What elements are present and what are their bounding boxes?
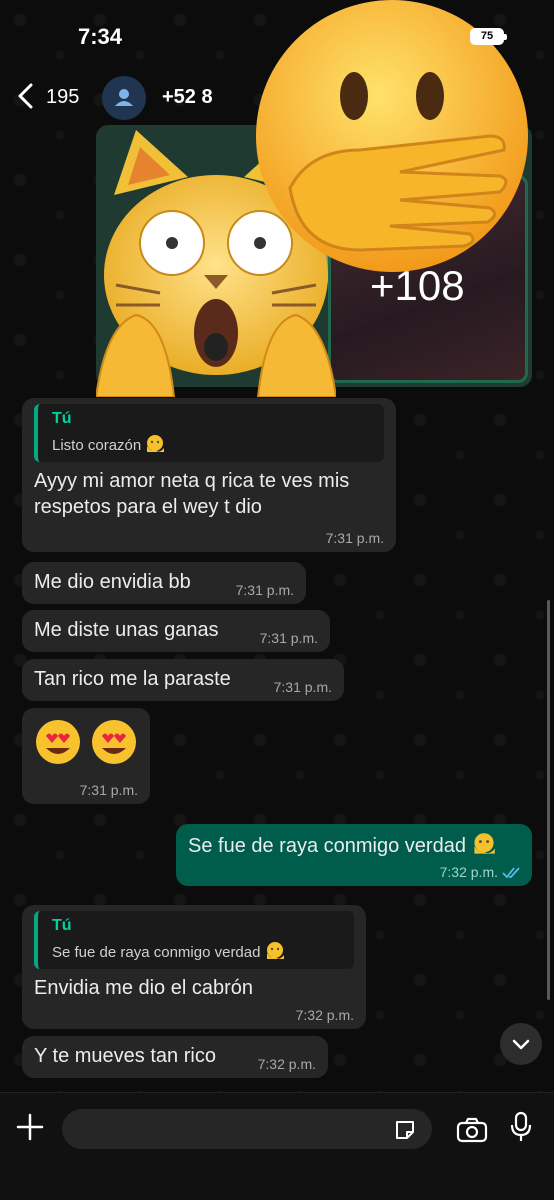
outgoing-message[interactable]: Se fue de raya conmigo verdad 7:32 p.m.	[176, 824, 532, 886]
message-time: 7:31 p.m.	[235, 582, 294, 598]
quote-text: Listo corazón	[52, 437, 142, 454]
incoming-message[interactable]: Tú Listo corazón Ayyy mi amor neta q ric…	[22, 398, 396, 552]
message-text: Envidia me dio el cabrón	[34, 977, 254, 999]
incoming-message[interactable]: Me dio envidia bb 7:31 p.m.	[22, 562, 306, 604]
message-text: Ayyy mi amor neta q rica te ves mis resp…	[34, 470, 350, 518]
quote-author: Tú	[52, 410, 72, 427]
message-time: 7:31 p.m.	[273, 679, 332, 695]
chat-header: 195 +52 8	[0, 70, 554, 126]
contact-name[interactable]: +52 8	[162, 86, 213, 109]
person-icon	[115, 89, 133, 106]
heart-eyes-icon	[36, 720, 136, 764]
quote-author: Tú	[52, 917, 72, 934]
incoming-message[interactable]: Y te mueves tan rico 7:32 p.m.	[22, 1036, 328, 1078]
microphone-icon[interactable]	[510, 1111, 532, 1143]
unread-count[interactable]: 195	[46, 86, 79, 109]
message-time: 7:32 p.m.	[257, 1056, 316, 1072]
message-input[interactable]	[62, 1109, 432, 1149]
quote-text: Se fue de raya conmigo verdad	[52, 944, 261, 961]
melting-face-icon	[473, 833, 495, 854]
message-time: 7:31 p.m.	[259, 630, 318, 646]
message-time: 7:31 p.m.	[325, 530, 384, 546]
quoted-message[interactable]: Tú Se fue de raya conmigo verdad	[34, 911, 354, 969]
battery-icon: 75	[470, 28, 507, 45]
compose-bar	[0, 1092, 554, 1200]
message-time: 7:31 p.m.	[79, 782, 138, 798]
camera-icon[interactable]	[456, 1117, 488, 1143]
back-chevron-icon[interactable]	[14, 82, 38, 110]
melting-face-icon	[147, 435, 165, 452]
melting-face-icon	[266, 942, 284, 959]
plus-icon[interactable]	[16, 1113, 44, 1141]
avatar[interactable]	[102, 76, 146, 120]
message-time: 7:32 p.m.	[439, 864, 498, 880]
status-bar: 7:34 75	[0, 0, 554, 70]
scroll-down-button[interactable]	[500, 1023, 542, 1065]
status-time: 7:34	[78, 24, 123, 49]
message-time: 7:32 p.m.	[295, 1007, 354, 1023]
incoming-message[interactable]: Tan rico me la paraste 7:31 p.m.	[22, 659, 344, 701]
incoming-emoji-message[interactable]: 😍 😍 7:31 p.m.	[22, 708, 150, 804]
quoted-message[interactable]: Tú Listo corazón	[34, 404, 384, 462]
message-text: Se fue de raya conmigo verdad	[188, 835, 466, 857]
sticker-icon[interactable]	[394, 1119, 416, 1141]
incoming-message[interactable]: Me diste unas ganas 7:31 p.m.	[22, 610, 330, 652]
incoming-message[interactable]: Tú Se fue de raya conmigo verdad Envidia…	[22, 905, 366, 1029]
chevron-down-icon	[512, 1039, 530, 1050]
double-check-icon	[502, 867, 520, 879]
scrollbar[interactable]	[547, 600, 550, 1000]
